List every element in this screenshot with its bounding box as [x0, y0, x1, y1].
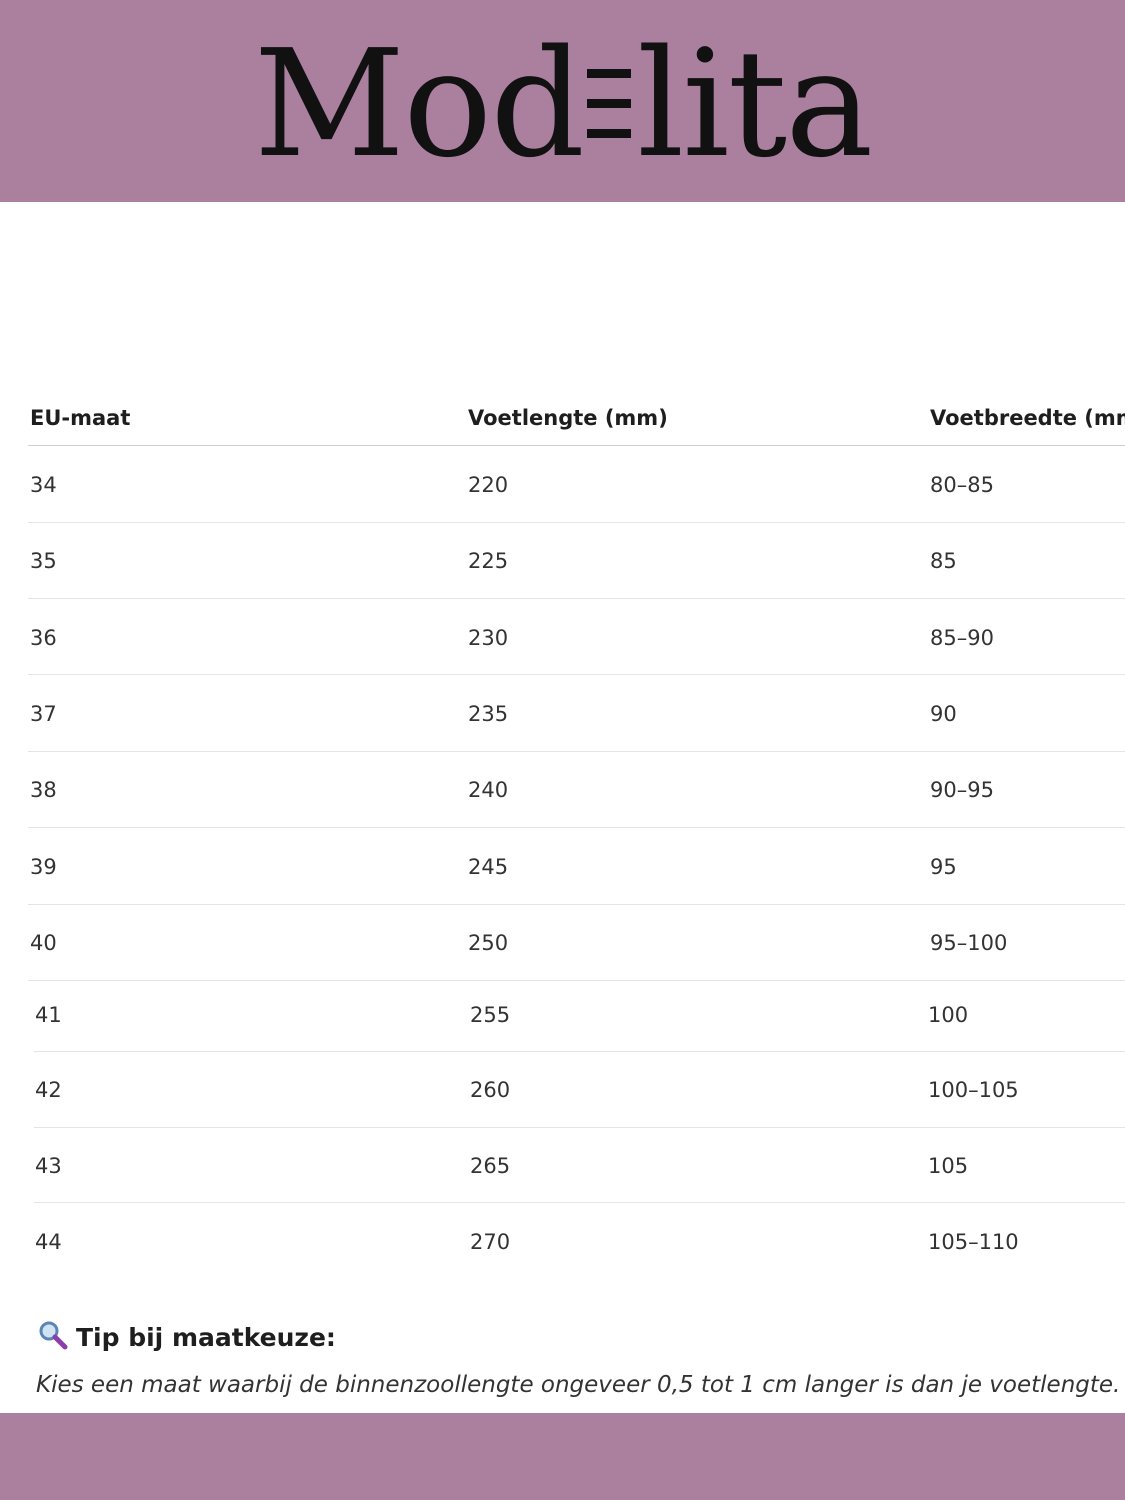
cell-foot-length: 260 [470, 1078, 511, 1102]
cell-eu-size: 38 [30, 778, 57, 802]
row-divider [28, 598, 1125, 599]
table-row: 36 230 85–90 [0, 626, 1125, 666]
column-header-foot-width: Voetbreedte (mm) [930, 406, 1125, 430]
row-divider [28, 751, 1125, 752]
cell-eu-size: 39 [30, 855, 57, 879]
cell-eu-size: 42 [35, 1078, 62, 1102]
table-row: 37 235 90 [0, 702, 1125, 742]
table-row: 44 270 105–110 [0, 1230, 1125, 1270]
table-row: 39 245 95 [0, 855, 1125, 895]
table-row: 34 220 80–85 [0, 473, 1125, 513]
cell-foot-width: 95 [930, 855, 957, 879]
cell-foot-length: 235 [468, 702, 509, 726]
cell-foot-length: 265 [470, 1154, 511, 1178]
table-row: 42 260 100–105 [0, 1078, 1125, 1118]
footer-band [0, 1413, 1125, 1500]
table-row: 41 255 100 [0, 1003, 1125, 1043]
cell-eu-size: 35 [30, 549, 57, 573]
cell-foot-length: 255 [470, 1003, 511, 1027]
row-divider [34, 1051, 1125, 1052]
cell-foot-width: 85–90 [930, 626, 994, 650]
tip-title-label: Tip bij maatkeuze: [76, 1323, 336, 1352]
row-divider [34, 1127, 1125, 1128]
cell-foot-length: 220 [468, 473, 509, 497]
cell-foot-width: 90 [930, 702, 957, 726]
row-divider [28, 980, 1125, 981]
cell-eu-size: 41 [35, 1003, 62, 1027]
tip-title: Tip bij maatkeuze: [38, 1320, 336, 1352]
cell-foot-length: 230 [468, 626, 509, 650]
row-divider [28, 522, 1125, 523]
cell-eu-size: 36 [30, 626, 57, 650]
logo-e-mark-icon [587, 55, 633, 155]
cell-foot-length: 270 [470, 1230, 511, 1254]
table-header: EU-maat Voetlengte (mm) Voetbreedte (mm) [0, 400, 1125, 446]
cell-foot-width: 105–110 [928, 1230, 1019, 1254]
header-band: Mod lita [0, 0, 1125, 202]
magnifier-icon [38, 1320, 68, 1350]
row-divider [28, 904, 1125, 905]
cell-eu-size: 44 [35, 1230, 62, 1254]
row-divider [34, 1202, 1125, 1203]
logo-text-end: lita [637, 18, 873, 190]
cell-foot-length: 240 [468, 778, 509, 802]
cell-eu-size: 34 [30, 473, 57, 497]
cell-eu-size: 37 [30, 702, 57, 726]
table-row: 40 250 95–100 [0, 931, 1125, 971]
logo-text-start: Mod [253, 18, 585, 190]
brand-logo: Mod lita [0, 30, 1125, 178]
column-header-eu-size: EU-maat [30, 406, 131, 430]
cell-foot-width: 80–85 [930, 473, 994, 497]
table-row: 35 225 85 [0, 549, 1125, 589]
row-divider [28, 827, 1125, 828]
cell-foot-width: 100 [928, 1003, 969, 1027]
cell-foot-width: 100–105 [928, 1078, 1019, 1102]
table-row: 38 240 90–95 [0, 778, 1125, 818]
tip-text: Kies een maat waarbij de binnenzoollengt… [36, 1372, 1121, 1398]
cell-foot-length: 245 [468, 855, 509, 879]
table-row: 43 265 105 [0, 1154, 1125, 1194]
cell-foot-width: 95–100 [930, 931, 1008, 955]
cell-foot-width: 85 [930, 549, 957, 573]
cell-eu-size: 43 [35, 1154, 62, 1178]
cell-foot-length: 225 [468, 549, 509, 573]
cell-foot-width: 105 [928, 1154, 969, 1178]
cell-foot-length: 250 [468, 931, 509, 955]
row-divider [28, 674, 1125, 675]
cell-foot-width: 90–95 [930, 778, 994, 802]
header-divider [28, 445, 1125, 446]
cell-eu-size: 40 [30, 931, 57, 955]
column-header-foot-length: Voetlengte (mm) [468, 406, 668, 430]
